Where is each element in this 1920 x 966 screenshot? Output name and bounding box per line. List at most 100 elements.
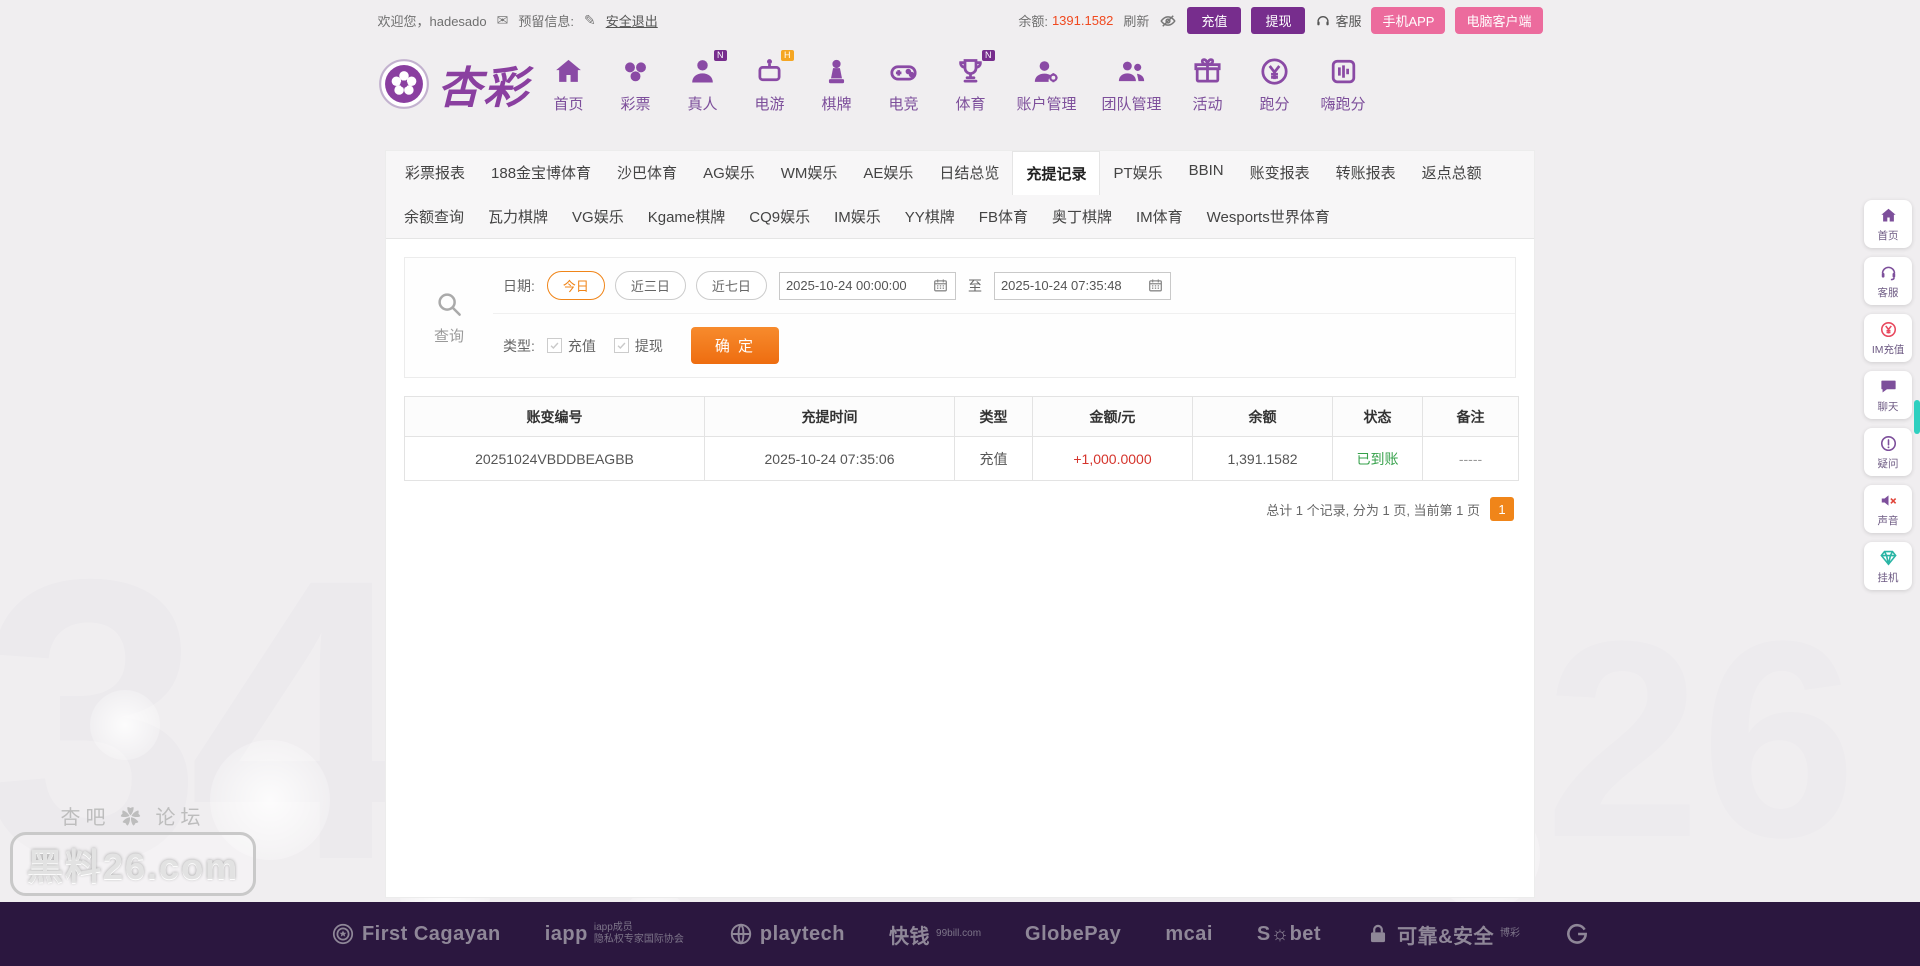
mail-icon[interactable]: ✉ <box>497 12 509 29</box>
deposit-button[interactable]: 充值 <box>1187 7 1241 34</box>
tab[interactable]: 奥丁棋牌 <box>1040 195 1124 238</box>
tab[interactable]: FB体育 <box>967 195 1040 238</box>
type-checkbox[interactable]: 提现 <box>614 336 663 356</box>
column-header: 状态 <box>1333 397 1423 437</box>
footer-logo-mcai: mcai <box>1165 923 1213 946</box>
type-checkbox[interactable]: 充值 <box>547 336 596 356</box>
table-cell: +1,000.0000 <box>1033 437 1193 481</box>
quick-service[interactable]: 客服 <box>1864 257 1912 305</box>
date-to-field[interactable] <box>994 272 1171 300</box>
tab[interactable]: 充提记录 <box>1012 151 1100 195</box>
quick-idle[interactable]: 挂机 <box>1864 542 1912 590</box>
lottery-icon <box>619 55 652 88</box>
date-preset[interactable]: 近三日 <box>615 271 686 300</box>
table-row: 20251024VBDDBEAGBB2025-10-24 07:35:06充值+… <box>405 437 1519 481</box>
tab[interactable]: 188金宝博体育 <box>478 151 604 195</box>
footer-logo-label: 快钱 <box>889 920 930 949</box>
nav-item-home[interactable]: 首页 <box>548 55 590 114</box>
pc-client-button[interactable]: 电脑客户端 <box>1455 7 1542 34</box>
calendar-icon[interactable] <box>1147 277 1164 294</box>
tab[interactable]: PT娱乐 <box>1100 151 1175 195</box>
tab[interactable]: Wesports世界体育 <box>1195 195 1342 238</box>
quick-home[interactable]: 首页 <box>1864 200 1912 248</box>
nav-item-label: 电竞 <box>888 93 918 114</box>
date-to-input[interactable] <box>1001 278 1143 293</box>
eye-off-icon[interactable] <box>1159 12 1177 30</box>
customer-service-link[interactable]: 客服 <box>1315 11 1361 30</box>
nav-item-lottery[interactable]: 彩票 <box>615 55 657 114</box>
main-card: 彩票报表188金宝博体育沙巴体育AG娱乐WM娱乐AE娱乐日结总览充提记录PT娱乐… <box>385 150 1535 898</box>
tab[interactable]: AE娱乐 <box>850 151 926 195</box>
watermark-line1: 杏吧 ✿ 论坛 <box>10 801 256 830</box>
date-preset[interactable]: 今日 <box>547 271 605 300</box>
brand-logo[interactable]: 杏彩 <box>378 52 530 116</box>
quick-im-recharge[interactable]: IM充值 <box>1864 314 1912 362</box>
confirm-button[interactable]: 确 定 <box>691 327 779 364</box>
nav-item-paofen[interactable]: 跑分 <box>1254 55 1296 114</box>
activity-icon <box>1191 55 1224 88</box>
tab[interactable]: WM娱乐 <box>768 151 851 195</box>
refresh-button[interactable]: 刷新 <box>1123 11 1149 30</box>
tab[interactable]: 转账报表 <box>1323 151 1409 195</box>
home-icon <box>1879 206 1898 225</box>
nav-item-team[interactable]: 团队管理 <box>1102 55 1162 114</box>
quick-chat[interactable]: 聊天 <box>1864 371 1912 419</box>
nav-item-label: 体育 <box>955 93 985 114</box>
edit-icon[interactable]: ✎ <box>584 12 596 29</box>
nav-item-label: 账户管理 <box>1017 93 1077 114</box>
quick-sidebar: 首页客服 IM充值聊天疑问声音挂机 <box>1864 200 1912 590</box>
seal-icon <box>330 921 356 947</box>
nav-item-egame[interactable]: H电游 <box>749 55 791 114</box>
headset-icon <box>1879 263 1898 282</box>
page-button-1[interactable]: 1 <box>1490 497 1514 521</box>
nav-badge: N <box>714 50 727 61</box>
welcome-text: 欢迎您，hadesado <box>378 11 487 30</box>
tab[interactable]: 沙巴体育 <box>604 151 690 195</box>
footer-logo-playtech: playtech <box>728 921 845 947</box>
type-label: 类型: <box>503 336 535 356</box>
tab[interactable]: 日结总览 <box>926 151 1012 195</box>
tab[interactable]: 返点总额 <box>1409 151 1495 195</box>
footer-logo-secure: 可靠&安全博彩 <box>1365 920 1520 949</box>
quick-sound[interactable]: 声音 <box>1864 485 1912 533</box>
tab[interactable]: 瓦力棋牌 <box>476 195 560 238</box>
quick-item-label: 聊天 <box>1878 398 1899 413</box>
service-label: 客服 <box>1335 11 1361 30</box>
date-preset[interactable]: 近七日 <box>696 271 767 300</box>
nav-item-sports[interactable]: N体育 <box>950 55 992 114</box>
nav-item-account[interactable]: 账户管理 <box>1017 55 1077 114</box>
column-header: 金额/元 <box>1033 397 1193 437</box>
date-from-field[interactable] <box>779 272 956 300</box>
mobile-app-button[interactable]: 手机APP <box>1371 7 1445 34</box>
tab[interactable]: BBIN <box>1176 151 1237 195</box>
esports-icon <box>887 55 920 88</box>
nav-item-label: 活动 <box>1193 93 1223 114</box>
withdraw-button[interactable]: 提现 <box>1251 7 1305 34</box>
tab[interactable]: 余额查询 <box>392 195 476 238</box>
lock-icon <box>1365 921 1391 947</box>
tab[interactable]: CQ9娱乐 <box>737 195 822 238</box>
calendar-icon[interactable] <box>932 277 949 294</box>
tab[interactable]: IM娱乐 <box>822 195 893 238</box>
search-icon <box>434 289 464 319</box>
logout-link[interactable]: 安全退出 <box>606 11 658 30</box>
tab[interactable]: YY棋牌 <box>893 195 967 238</box>
nav-item-activity[interactable]: 活动 <box>1187 55 1229 114</box>
tab[interactable]: 账变报表 <box>1237 151 1323 195</box>
tab[interactable]: 彩票报表 <box>392 151 478 195</box>
quick-question[interactable]: 疑问 <box>1864 428 1912 476</box>
nav-item-chess[interactable]: 棋牌 <box>816 55 858 114</box>
tab[interactable]: Kgame棋牌 <box>636 195 738 238</box>
tab[interactable]: IM体育 <box>1124 195 1195 238</box>
nav-item-hipaofen[interactable]: 嗨跑分 <box>1321 55 1366 114</box>
type-option-label: 提现 <box>635 336 663 356</box>
scrollbar-thumb[interactable] <box>1914 400 1920 434</box>
tab[interactable]: AG娱乐 <box>690 151 768 195</box>
footer-logo-kuaiqian: 快钱99bill.com <box>889 920 981 949</box>
date-from-input[interactable] <box>786 278 928 293</box>
tab[interactable]: VG娱乐 <box>560 195 636 238</box>
nav-item-esports[interactable]: 电竞 <box>883 55 925 114</box>
home-icon <box>552 55 585 88</box>
nav-item-live[interactable]: N真人 <box>682 55 724 114</box>
footer-logo-label: mcai <box>1165 923 1213 946</box>
